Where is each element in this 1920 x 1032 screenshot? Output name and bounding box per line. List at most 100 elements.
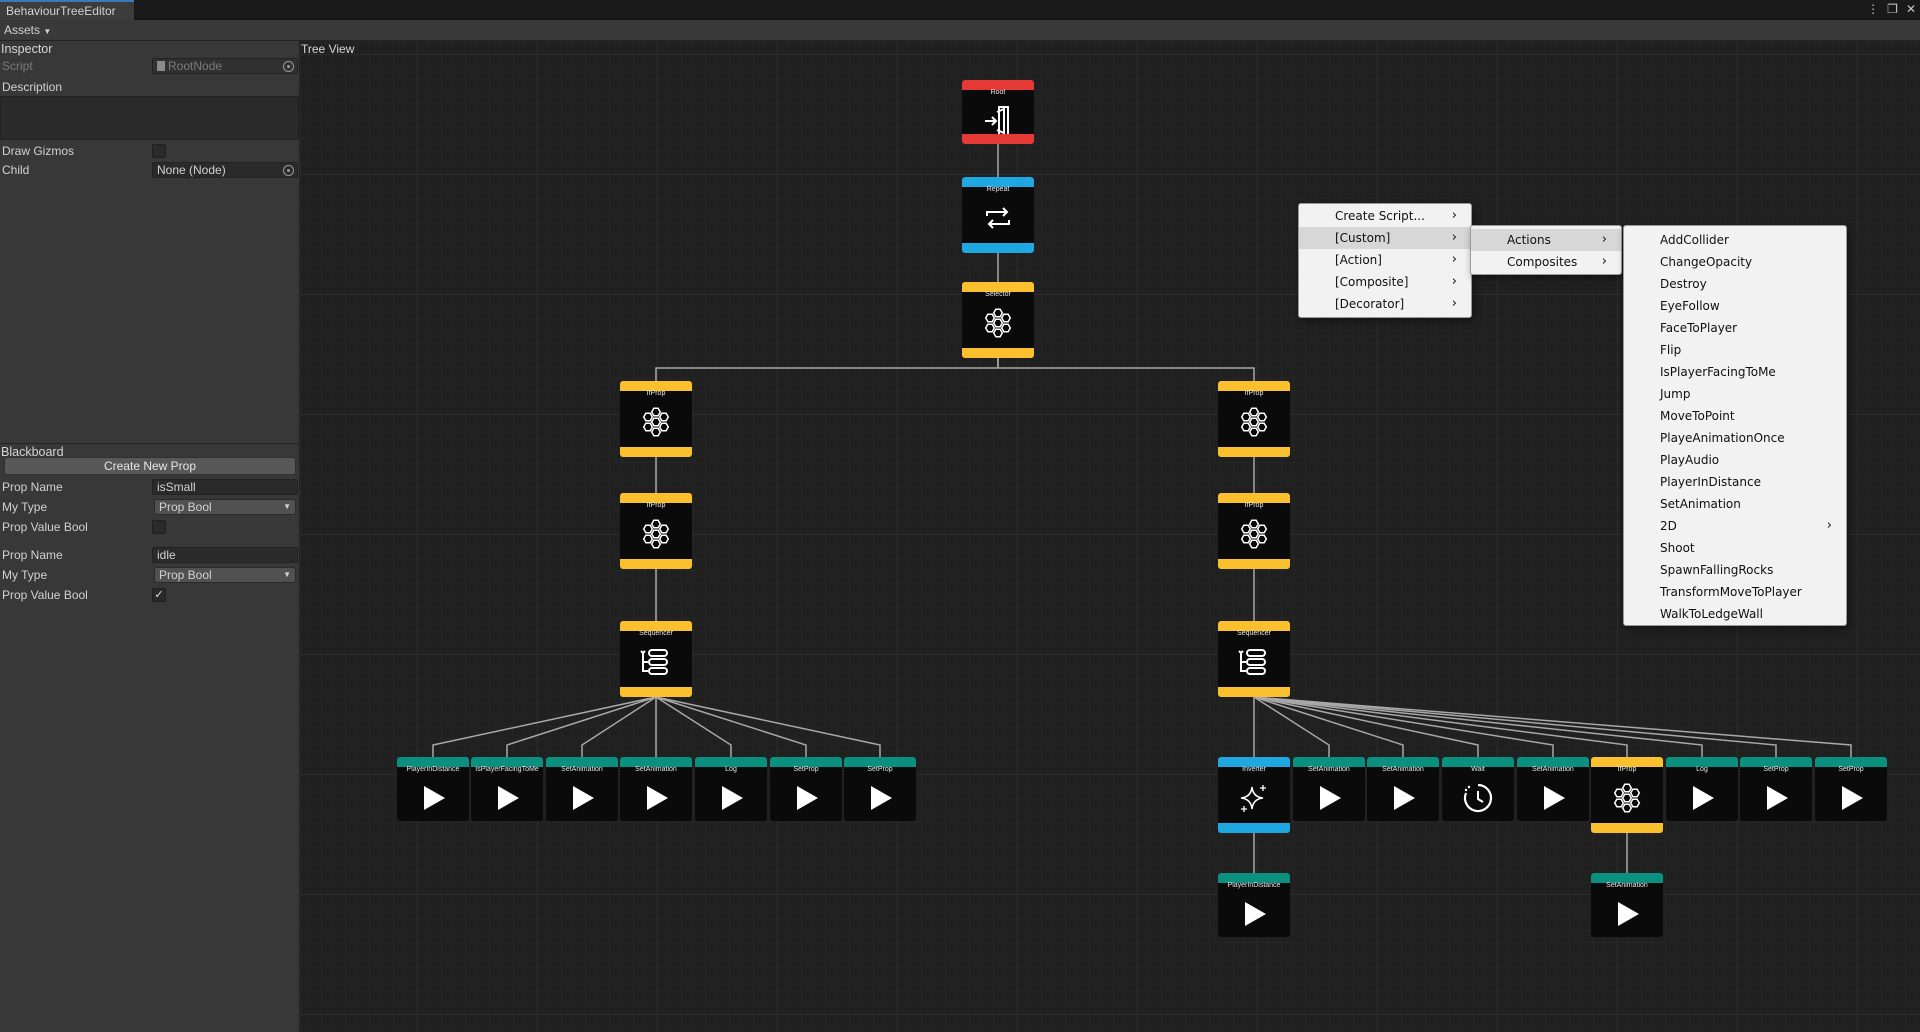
- tree-node-r-a9[interactable]: SetProp: [1815, 757, 1887, 821]
- node-output-port[interactable]: [1218, 447, 1290, 457]
- menu-item[interactable]: [Decorator] ›: [1299, 293, 1471, 315]
- object-picker-icon[interactable]: [283, 165, 294, 176]
- tree-node-l-a1[interactable]: PlayerInDistance: [397, 757, 469, 821]
- script-file-icon: [157, 61, 165, 71]
- menu-item[interactable]: [Composite] ›: [1299, 271, 1471, 293]
- tree-node-r-a3[interactable]: SetAnimation: [1367, 757, 1439, 821]
- menu-item[interactable]: EyeFollow: [1624, 295, 1846, 317]
- node-output-port[interactable]: [962, 348, 1034, 358]
- tree-node-l-a2[interactable]: IsPlayerFacingToMe: [471, 757, 543, 821]
- prop-type-dropdown[interactable]: Prop Bool ▼: [154, 499, 296, 515]
- menu-item-label: Jump: [1660, 387, 1691, 401]
- prop-name-input[interactable]: isSmall: [152, 479, 298, 495]
- prop-type-value: Prop Bool: [159, 500, 212, 514]
- tree-node-ifprop-r2[interactable]: IfProp: [1218, 493, 1290, 569]
- tree-node-l-a6[interactable]: SetProp: [770, 757, 842, 821]
- menu-item[interactable]: TransformMoveToPlayer: [1624, 581, 1846, 603]
- menu-item[interactable]: 2D ›: [1624, 515, 1846, 537]
- menu-item[interactable]: ChangeOpacity: [1624, 251, 1846, 273]
- menu-item[interactable]: SetAnimation: [1624, 493, 1846, 515]
- tree-node-ifprop-l2[interactable]: IfProp: [620, 493, 692, 569]
- menu-item[interactable]: Actions ›: [1471, 229, 1621, 251]
- tree-node-r-sub2[interactable]: SetAnimation: [1591, 873, 1663, 937]
- tree-node-root[interactable]: Root: [962, 80, 1034, 144]
- object-picker-icon[interactable]: [283, 61, 294, 72]
- tree-node-selector[interactable]: Selector: [962, 282, 1034, 358]
- menu-item[interactable]: [Action] ›: [1299, 249, 1471, 271]
- prop-value-checkbox[interactable]: ✓: [152, 588, 166, 602]
- menu-item-label: FaceToPlayer: [1660, 321, 1738, 335]
- tree-node-ifprop-r1[interactable]: IfProp: [1218, 381, 1290, 457]
- node-title: SetAnimation: [635, 766, 677, 773]
- close-icon[interactable]: ✕: [1906, 2, 1916, 16]
- menu-item[interactable]: PlayAudio: [1624, 449, 1846, 471]
- tree-node-l-a3[interactable]: SetAnimation: [546, 757, 618, 821]
- menu-item[interactable]: SpawnFallingRocks: [1624, 559, 1846, 581]
- menu-item[interactable]: PlayerInDistance: [1624, 471, 1846, 493]
- menu-item[interactable]: Destroy: [1624, 273, 1846, 295]
- assets-menu-button[interactable]: Assets ▼: [0, 22, 56, 39]
- prop-name-input[interactable]: idle: [152, 547, 298, 563]
- prop-type-dropdown[interactable]: Prop Bool ▼: [154, 567, 296, 583]
- tree-node-r-inverter[interactable]: Inverter: [1218, 757, 1290, 833]
- menu-item-label: SetAnimation: [1660, 497, 1741, 511]
- menu-item[interactable]: [Custom] ›: [1299, 227, 1471, 249]
- chevron-right-icon: ›: [1826, 518, 1832, 533]
- menu-item[interactable]: Shoot: [1624, 537, 1846, 559]
- tree-node-repeat[interactable]: Repeat: [962, 177, 1034, 253]
- prop-value-checkbox[interactable]: [152, 520, 166, 534]
- node-title: Log: [725, 766, 737, 773]
- maximize-icon[interactable]: ❐: [1887, 2, 1898, 16]
- script-value: RootNode: [168, 59, 223, 73]
- menu-item[interactable]: WalkToLedgeWall: [1624, 603, 1846, 625]
- menu-item[interactable]: Composites ›: [1471, 251, 1621, 273]
- menu-item[interactable]: AddCollider: [1624, 229, 1846, 251]
- node-output-port[interactable]: [1591, 823, 1663, 833]
- node-output-port[interactable]: [620, 687, 692, 697]
- tree-node-r-a5[interactable]: SetAnimation: [1517, 757, 1589, 821]
- child-field[interactable]: None (Node): [152, 162, 298, 178]
- description-textarea[interactable]: [0, 96, 299, 140]
- menu-item-label: Actions: [1507, 233, 1551, 247]
- draw-gizmos-checkbox[interactable]: [152, 144, 166, 158]
- node-output-port[interactable]: [962, 134, 1034, 144]
- tree-node-sequencer-r[interactable]: Sequencer: [1218, 621, 1290, 697]
- menu-item[interactable]: Create Script... ›: [1299, 205, 1471, 227]
- play-icon: [1314, 783, 1344, 818]
- menu-item[interactable]: IsPlayerFacingToMe: [1624, 361, 1846, 383]
- tree-node-l-a5[interactable]: Log: [695, 757, 767, 821]
- tree-node-l-a4[interactable]: SetAnimation: [620, 757, 692, 821]
- tree-node-l-a7[interactable]: SetProp: [844, 757, 916, 821]
- tree-node-r-a7[interactable]: Log: [1666, 757, 1738, 821]
- tree-node-ifprop-l1[interactable]: IfProp: [620, 381, 692, 457]
- menu-item[interactable]: Jump: [1624, 383, 1846, 405]
- menu-item[interactable]: Flip: [1624, 339, 1846, 361]
- node-output-port[interactable]: [1218, 559, 1290, 569]
- tree-node-r-wait[interactable]: Wait: [1442, 757, 1514, 821]
- tree-node-r-ifprop[interactable]: IfProp: [1591, 757, 1663, 833]
- node-title: SetAnimation: [1606, 882, 1648, 889]
- tree-node-r-a8[interactable]: SetProp: [1740, 757, 1812, 821]
- editor-tab[interactable]: BehaviourTreeEditor: [0, 0, 134, 20]
- more-options-icon[interactable]: ⋮: [1867, 2, 1879, 16]
- child-row: Child None (Node): [0, 161, 300, 179]
- tree-node-r-sub1[interactable]: PlayerInDistance: [1218, 873, 1290, 937]
- node-output-port[interactable]: [1218, 823, 1290, 833]
- toolbar: Assets ▼: [0, 20, 1920, 41]
- node-output-port[interactable]: [962, 243, 1034, 253]
- node-title: Repeat: [986, 186, 1010, 193]
- create-new-prop-button[interactable]: Create New Prop: [4, 457, 296, 475]
- menu-item[interactable]: MoveToPoint: [1624, 405, 1846, 427]
- menu-item[interactable]: PlayeAnimationOnce: [1624, 427, 1846, 449]
- node-output-port[interactable]: [620, 559, 692, 569]
- chevron-right-icon: ›: [1451, 230, 1457, 245]
- tree-node-r-a2[interactable]: SetAnimation: [1293, 757, 1365, 821]
- script-label: Script: [2, 59, 33, 73]
- play-icon: [716, 783, 746, 818]
- tree-node-sequencer-l[interactable]: Sequencer: [620, 621, 692, 697]
- prop-name-label: Prop Name: [2, 548, 63, 562]
- menu-item[interactable]: FaceToPlayer: [1624, 317, 1846, 339]
- node-output-port[interactable]: [1218, 687, 1290, 697]
- node-output-port[interactable]: [620, 447, 692, 457]
- menu-item-label: Create Script...: [1335, 209, 1425, 223]
